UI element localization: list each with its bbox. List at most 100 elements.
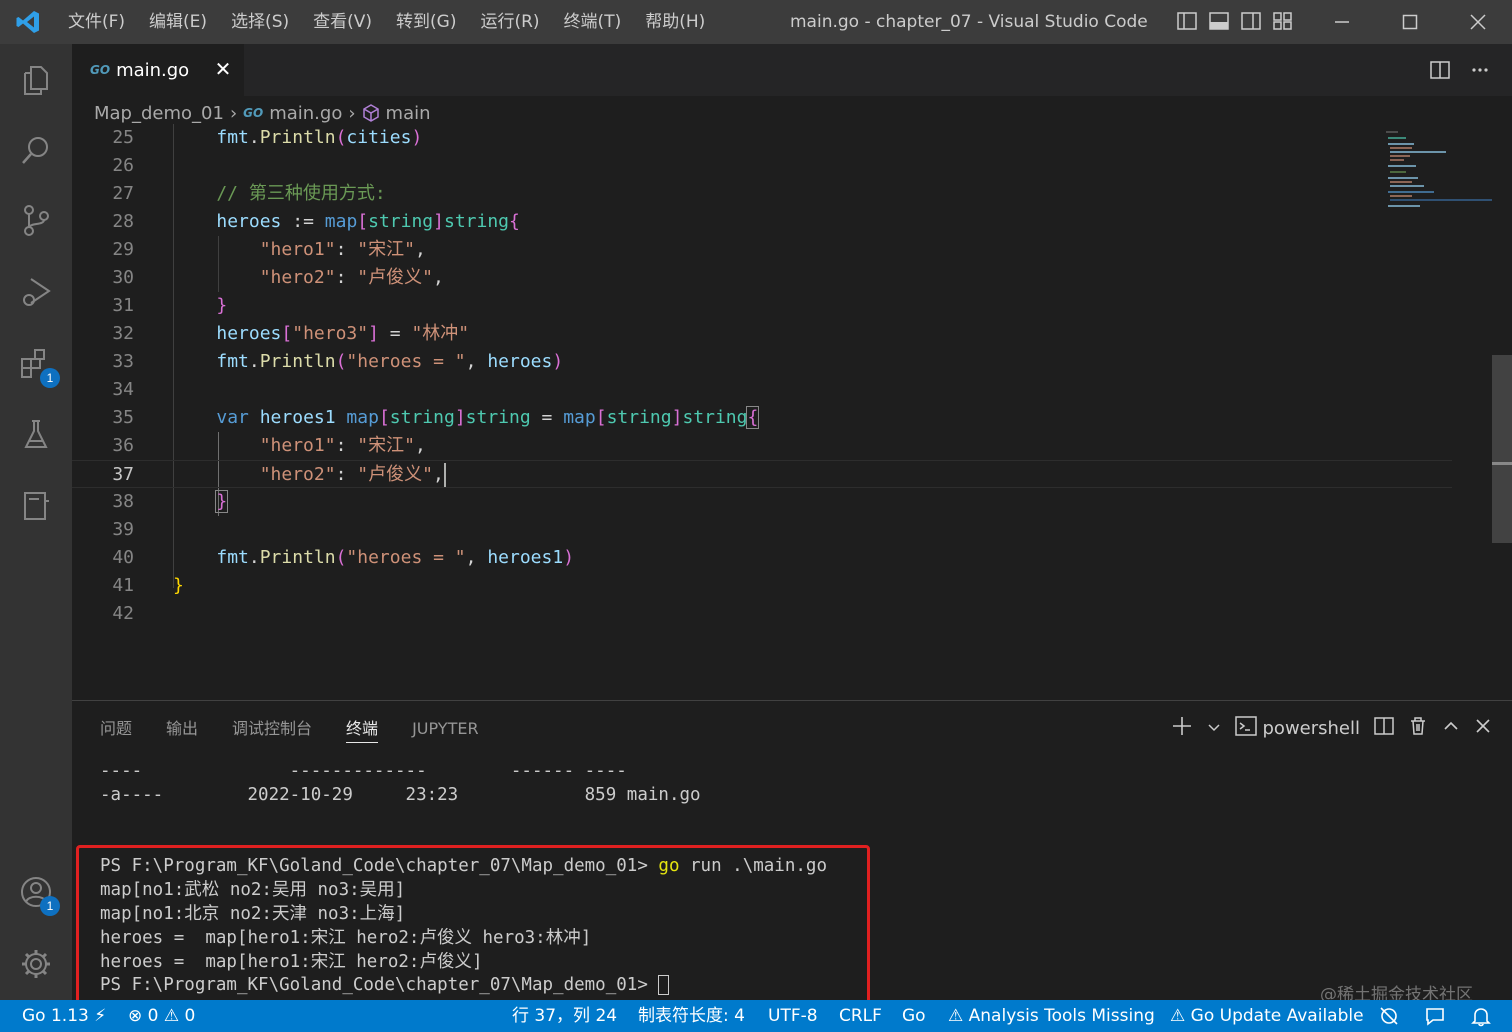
- tab-problems[interactable]: 问题: [100, 715, 132, 743]
- activity-bar: 1 1: [0, 44, 72, 1000]
- code-line: 40 fmt.Println("heroes = ", heroes1): [72, 544, 1452, 572]
- explorer-icon[interactable]: [14, 58, 58, 102]
- layout-controls: [1176, 10, 1294, 32]
- new-terminal-icon[interactable]: [1171, 715, 1193, 742]
- terminal-shell-selector[interactable]: powershell: [1234, 715, 1361, 742]
- code-text: }: [216, 295, 228, 316]
- more-actions-icon[interactable]: [1468, 58, 1492, 82]
- symbol-package-icon: [362, 104, 380, 122]
- menu-selection[interactable]: 选择(S): [219, 0, 301, 44]
- menu-go[interactable]: 转到(G): [384, 0, 468, 44]
- go-version-status[interactable]: Go 1.13 ⚡: [22, 1000, 106, 1032]
- feedback-icon[interactable]: [1424, 1000, 1446, 1032]
- testing-icon[interactable]: [14, 412, 58, 456]
- split-editor-icon[interactable]: [1428, 58, 1452, 82]
- run-debug-icon[interactable]: [14, 270, 58, 314]
- tab-output[interactable]: 输出: [166, 715, 198, 743]
- cursor-position-status[interactable]: 行 37，列 24: [512, 1000, 617, 1032]
- code-text: fmt.Println(cities): [216, 127, 423, 148]
- terminal-icon: [1234, 715, 1257, 742]
- code-text: heroes := map[string]string{: [216, 211, 520, 232]
- extensions-icon[interactable]: 1: [14, 342, 60, 388]
- warning-icon: ⚠: [948, 1006, 964, 1026]
- problems-status[interactable]: ⊗ 0 ⚠ 0: [128, 1000, 195, 1032]
- panel-actions: powershell: [1171, 715, 1493, 742]
- close-tab-icon[interactable]: ✕: [212, 58, 234, 80]
- code-text: var heroes1 map[string]string = map[stri…: [216, 406, 760, 429]
- close-window-icon[interactable]: [1444, 0, 1512, 44]
- toggle-sidebar-icon[interactable]: [1176, 10, 1198, 32]
- menu-bar: 文件(F) 编辑(E) 选择(S) 查看(V) 转到(G) 运行(R) 终端(T…: [56, 0, 717, 44]
- code-text: "hero1": "宋江",: [259, 239, 426, 260]
- toggle-panel-icon[interactable]: [1208, 10, 1230, 32]
- scrollbar-thumb[interactable]: [1492, 355, 1512, 543]
- code-text: "hero2": "卢俊义",: [259, 267, 444, 288]
- comment-text: // 第三种使用方式:: [173, 183, 386, 204]
- close-panel-icon[interactable]: [1474, 717, 1492, 740]
- code-editor[interactable]: 25 fmt.Println(cities) 26 27 // 第三种使用方式:…: [72, 124, 1512, 700]
- extensions-badge: 1: [40, 368, 60, 388]
- code-line: 26: [112, 155, 134, 176]
- search-icon[interactable]: [14, 128, 58, 172]
- code-line: 32 heroes["hero3"] = "林冲": [72, 320, 1452, 348]
- breadcrumb-folder[interactable]: Map_demo_01: [94, 103, 224, 124]
- menu-help[interactable]: 帮助(H): [633, 0, 717, 44]
- minimap[interactable]: [1384, 130, 1494, 210]
- title-bar: 文件(F) 编辑(E) 选择(S) 查看(V) 转到(G) 运行(R) 终端(T…: [0, 0, 1512, 44]
- menu-run[interactable]: 运行(R): [468, 0, 551, 44]
- scrollbar-cursor-marker: [1492, 462, 1512, 465]
- accounts-icon[interactable]: 1: [14, 870, 60, 916]
- breadcrumb-symbol[interactable]: main: [386, 103, 431, 124]
- chevron-right-icon: ›: [229, 102, 238, 124]
- code-line: 41}: [72, 572, 1452, 600]
- copilot-disabled-icon[interactable]: [1378, 1000, 1400, 1032]
- accounts-badge: 1: [40, 896, 60, 916]
- encoding-status[interactable]: UTF-8: [768, 1000, 818, 1032]
- go-file-icon: GO: [90, 63, 111, 77]
- tab-debug-console[interactable]: 调试控制台: [232, 715, 312, 743]
- tab-size-status[interactable]: 制表符长度: 4: [638, 1000, 745, 1032]
- editor-tabs: GO main.go ✕: [72, 44, 1512, 96]
- analysis-tools-status[interactable]: ⚠ Analysis Tools Missing: [948, 1000, 1155, 1032]
- terminal-line: -a---- 2022-10-29 23:23 859 main.go: [100, 785, 701, 805]
- menu-file[interactable]: 文件(F): [56, 0, 137, 44]
- go-update-status[interactable]: ⚠ Go Update Available: [1170, 1000, 1364, 1032]
- code-text: }: [215, 490, 229, 513]
- split-terminal-icon[interactable]: [1374, 716, 1394, 741]
- minimize-icon[interactable]: [1308, 0, 1376, 44]
- notifications-bell-icon[interactable]: [1470, 1000, 1492, 1032]
- code-line-current: 37 "hero2": "卢俊义",: [72, 460, 1452, 488]
- tab-jupyter[interactable]: JUPYTER: [412, 715, 479, 743]
- language-mode-status[interactable]: Go: [902, 1000, 926, 1032]
- tab-main-go[interactable]: GO main.go ✕: [72, 44, 244, 96]
- chevron-down-icon[interactable]: [1207, 718, 1221, 739]
- maximize-icon[interactable]: [1376, 0, 1444, 44]
- menu-edit[interactable]: 编辑(E): [137, 0, 219, 44]
- menu-terminal[interactable]: 终端(T): [552, 0, 634, 44]
- shell-label: powershell: [1262, 718, 1361, 739]
- settings-gear-icon[interactable]: [14, 942, 58, 986]
- menu-view[interactable]: 查看(V): [301, 0, 384, 44]
- code-line: 29 "hero1": "宋江",: [72, 236, 1452, 264]
- window-title: main.go - chapter_07 - Visual Studio Cod…: [790, 12, 1148, 32]
- remote-explorer-icon[interactable]: [14, 484, 58, 528]
- breadcrumb-file[interactable]: main.go: [269, 103, 342, 124]
- terminal-output[interactable]: ---- ------------- ------ ---- -a---- 20…: [72, 759, 1512, 1029]
- status-bar: Go 1.13 ⚡ ⊗ 0 ⚠ 0 行 37，列 24 制表符长度: 4 UTF…: [0, 1000, 1512, 1032]
- customize-layout-icon[interactable]: [1272, 10, 1294, 32]
- panel-tabs: 问题 输出 调试控制台 终端 JUPYTER: [100, 715, 479, 743]
- code-text: heroes["hero3"] = "林冲": [216, 323, 470, 344]
- code-line: 35 var heroes1 map[string]string = map[s…: [72, 404, 1452, 432]
- maximize-panel-icon[interactable]: [1442, 717, 1460, 740]
- tab-label: main.go: [116, 59, 190, 81]
- toggle-secondary-sidebar-icon[interactable]: [1240, 10, 1262, 32]
- tab-terminal[interactable]: 终端: [346, 715, 379, 743]
- code-line: 33 fmt.Println("heroes = ", heroes): [72, 348, 1452, 376]
- lightning-icon: ⚡: [94, 1006, 107, 1026]
- code-text: fmt.Println("heroes = ", heroes): [216, 351, 564, 372]
- window-controls: [1308, 0, 1512, 44]
- trash-icon[interactable]: [1408, 716, 1428, 741]
- warning-icon: ⚠: [163, 1006, 180, 1026]
- source-control-icon[interactable]: [14, 198, 58, 242]
- eol-status[interactable]: CRLF: [839, 1000, 882, 1032]
